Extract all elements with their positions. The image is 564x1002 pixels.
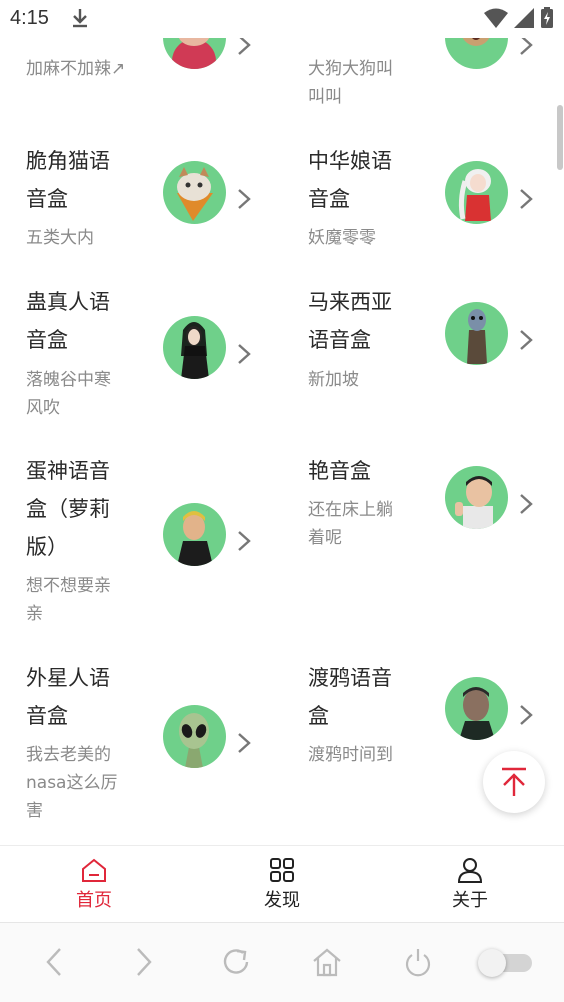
tab-home[interactable]: 首页 (0, 846, 188, 922)
chevron-right-icon (520, 705, 533, 725)
avatar (445, 161, 508, 224)
chevron-right-icon (238, 189, 251, 209)
item-desc: 妖魔零零 (308, 228, 376, 248)
avatar (163, 705, 226, 768)
item-title: 蛊真人语音盒 (26, 290, 110, 352)
chevron-right-icon (520, 189, 533, 209)
user-icon (457, 858, 483, 883)
refresh-icon[interactable] (221, 947, 251, 977)
item-desc: 新加坡 (308, 370, 359, 390)
grid-icon (270, 858, 294, 882)
browser-nav-bar (0, 923, 564, 1002)
battery-icon (541, 7, 553, 28)
list-item[interactable]: 脆角猫语音盒 五类大内 (0, 140, 282, 270)
forward-icon[interactable] (134, 947, 154, 977)
avatar (445, 302, 508, 365)
tab-about[interactable]: 关于 (376, 846, 564, 922)
avatar (445, 677, 508, 740)
chevron-right-icon (238, 733, 251, 753)
item-title: 渡鸦语音盒 (308, 666, 392, 728)
avatar (445, 466, 508, 529)
power-icon[interactable] (403, 947, 433, 977)
cell-signal-icon (514, 8, 534, 28)
avatar (163, 161, 226, 224)
back-icon[interactable] (44, 947, 64, 977)
item-desc: 还在床上躺着呢 (308, 500, 393, 548)
scrollbar[interactable] (557, 105, 563, 170)
list-item[interactable]: 马来西亚语音盒 新加坡 (282, 282, 564, 432)
item-desc: 落魄谷中寒风吹 (26, 370, 111, 418)
download-icon (73, 9, 87, 28)
chevron-right-icon (520, 330, 533, 350)
item-desc: 渡鸦时间到 (308, 745, 393, 765)
arrow-up-icon (502, 767, 526, 796)
back-to-top-button[interactable] (483, 751, 545, 813)
item-title: 中华娘语音盒 (308, 149, 392, 211)
status-time: 4:15 (10, 7, 49, 29)
list-item[interactable]: 中华娘语音盒 妖魔零零 (282, 140, 564, 270)
voice-box-list: 加麻不加辣↗ 大狗大狗叫叫叫 脆角猫语音盒 五类大内 中华娘语音盒 妖魔零零 蛊… (0, 0, 564, 845)
tab-label: 首页 (76, 890, 112, 911)
list-item[interactable]: 外星人语音盒 我去老美的nasa这么厉害 (0, 658, 282, 838)
bottom-tab-bar: 首页 发现 关于 (0, 845, 564, 923)
chevron-right-icon (238, 344, 251, 364)
tab-label: 关于 (452, 890, 488, 911)
tab-discover[interactable]: 发现 (188, 846, 376, 922)
item-title: 脆角猫语音盒 (26, 149, 110, 211)
item-desc: 想不想要亲亲 (26, 576, 111, 624)
list-item[interactable]: 蛋神语音盒（萝莉版） 想不想要亲亲 (0, 451, 282, 631)
status-bar: 4:15 (0, 0, 564, 38)
item-desc: 大狗大狗叫叫叫 (308, 59, 393, 107)
wifi-icon (484, 8, 508, 28)
avatar (163, 503, 226, 566)
home-icon (82, 858, 106, 882)
chevron-right-icon (520, 494, 533, 514)
list-item[interactable]: 蛊真人语音盒 落魄谷中寒风吹 (0, 282, 282, 432)
item-title: 外星人语音盒 (26, 666, 110, 728)
item-title: 艳音盒 (308, 459, 371, 483)
chevron-right-icon (238, 531, 251, 551)
tab-label: 发现 (264, 890, 300, 911)
item-title: 蛋神语音盒（萝莉版） (26, 459, 110, 559)
item-desc: 我去老美的nasa这么厉害 (26, 745, 118, 821)
avatar (163, 316, 226, 379)
toggle-switch[interactable] (478, 949, 532, 977)
home-nav-icon[interactable] (312, 947, 342, 977)
list-item[interactable]: 艳音盒 还在床上躺着呢 (282, 451, 564, 631)
item-desc: 五类大内 (26, 228, 94, 248)
item-desc: 加麻不加辣↗ (26, 59, 126, 79)
item-title: 马来西亚语音盒 (308, 290, 392, 352)
